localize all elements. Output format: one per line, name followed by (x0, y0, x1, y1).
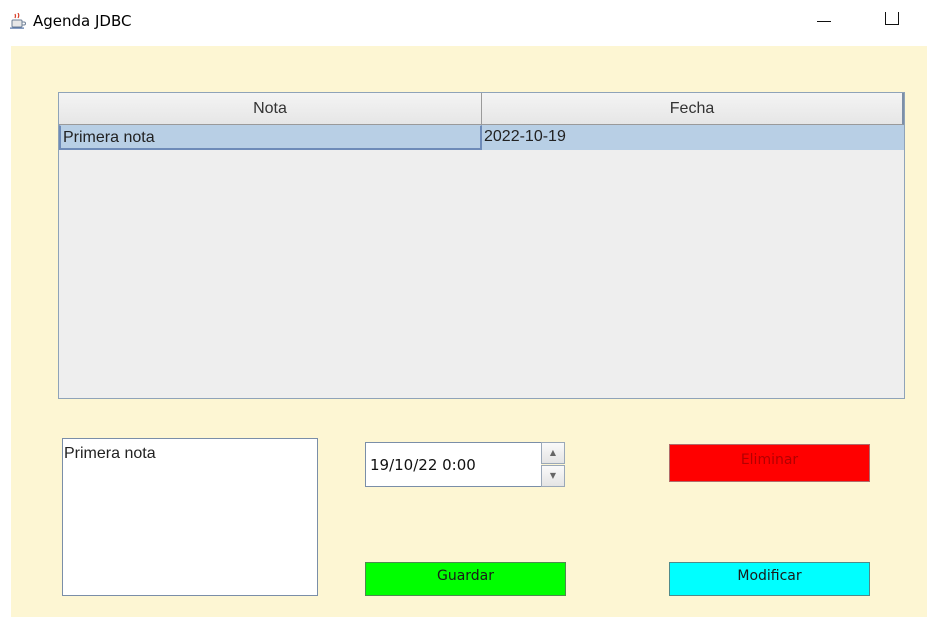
modificar-button[interactable]: Modificar (669, 562, 870, 596)
arrow-down-icon[interactable]: ▼ (541, 465, 565, 487)
java-cup-icon (10, 13, 26, 29)
window-titlebar: Agenda JDBC (0, 0, 939, 46)
window-title: Agenda JDBC (33, 12, 132, 30)
nota-text-area[interactable]: Primera nota (62, 438, 318, 596)
column-header-fecha[interactable]: Fecha (482, 93, 904, 125)
cell-nota[interactable]: Primera nota (59, 125, 482, 150)
eliminar-button[interactable]: Eliminar (669, 444, 870, 482)
arrow-up-icon[interactable]: ▲ (541, 442, 565, 464)
main-panel: Nota Fecha Primera nota 2022-10-19 Prime… (11, 46, 927, 617)
fecha-date-spinner[interactable]: ▲ ▼ (365, 442, 565, 487)
fecha-spinner-field[interactable] (365, 442, 541, 487)
minimize-button[interactable] (808, 8, 840, 34)
notes-table[interactable]: Nota Fecha Primera nota 2022-10-19 (58, 92, 905, 399)
cell-fecha[interactable]: 2022-10-19 (482, 125, 904, 150)
maximize-button[interactable] (876, 8, 908, 34)
table-header: Nota Fecha (59, 93, 904, 125)
guardar-button[interactable]: Guardar (365, 562, 566, 596)
column-header-nota[interactable]: Nota (59, 93, 482, 125)
table-row[interactable]: Primera nota 2022-10-19 (59, 125, 904, 150)
